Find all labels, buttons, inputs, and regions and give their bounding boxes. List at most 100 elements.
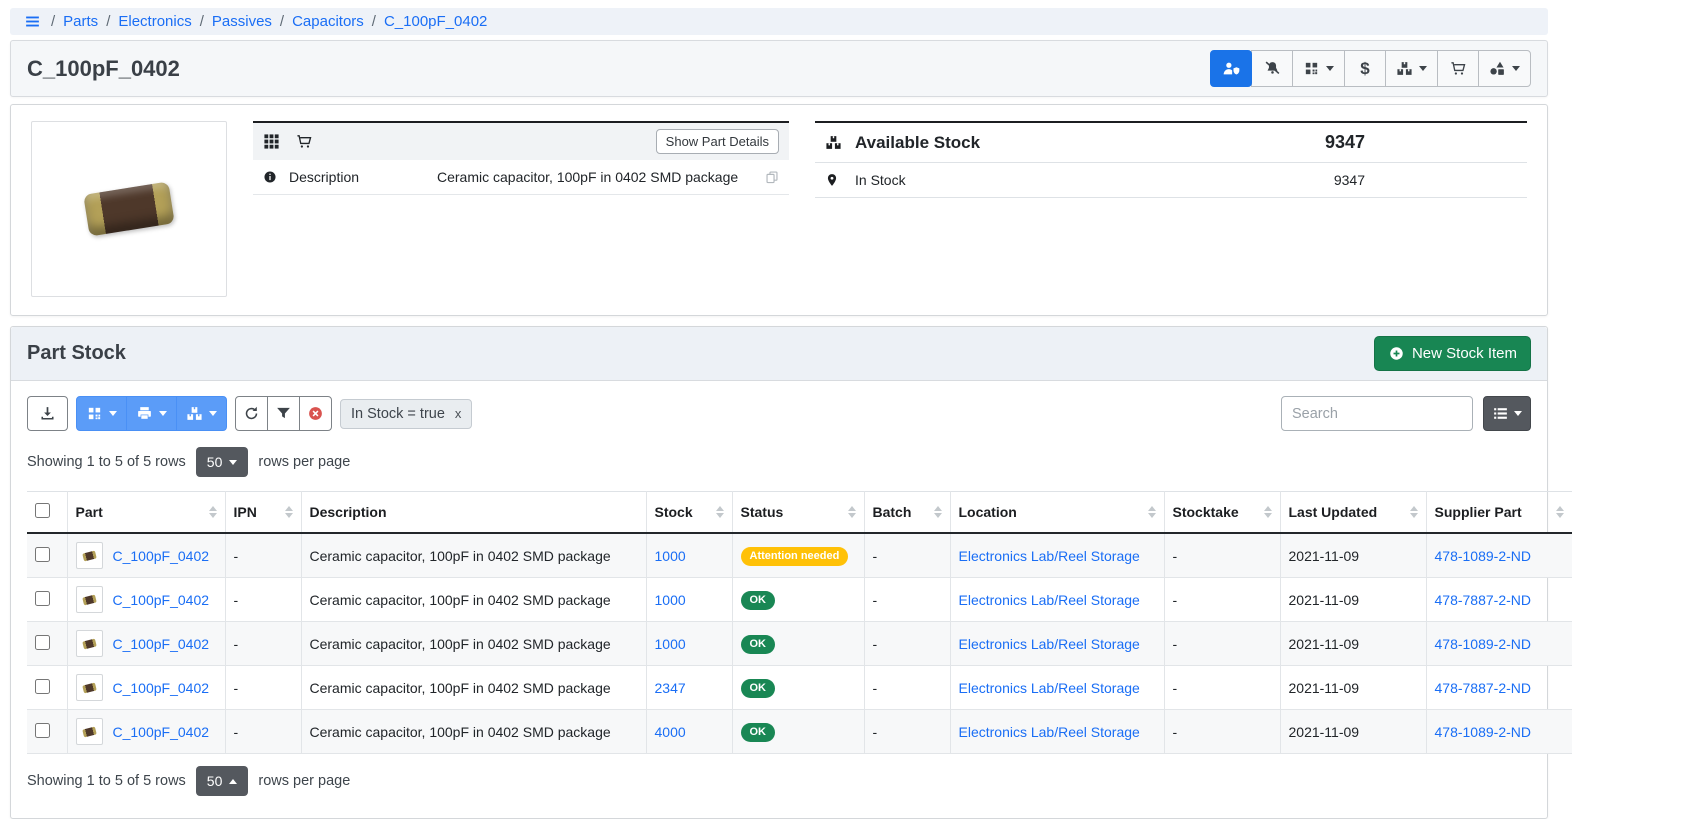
description-cell: Ceramic capacitor, 100pF in 0402 SMD pac… [301, 710, 646, 754]
page-size-value: 50 [207, 773, 223, 789]
col-location[interactable]: Location [959, 504, 1017, 520]
page-size-dropdown[interactable]: 50 [196, 447, 249, 477]
order-part-button[interactable] [1437, 50, 1479, 87]
sort-icon[interactable] [1258, 506, 1272, 518]
download-icon [39, 405, 56, 422]
new-stock-item-button[interactable]: New Stock Item [1374, 336, 1531, 371]
location-link[interactable]: Electronics Lab/Reel Storage [959, 548, 1140, 564]
location-link[interactable]: Electronics Lab/Reel Storage [959, 724, 1140, 740]
stock-link[interactable]: 2347 [655, 680, 686, 696]
pricing-button[interactable]: $ [1344, 50, 1386, 87]
part-details-panel: Show Part Details Description Ceramic ca… [253, 121, 789, 299]
available-stock-title: Available Stock [855, 133, 980, 153]
row-checkbox[interactable] [35, 679, 50, 694]
supplier-part-link[interactable]: 478-7887-2-ND [1435, 680, 1532, 696]
showing-rows-text: Showing 1 to 5 of 5 rows [27, 454, 186, 470]
part-stock-header: Part Stock New Stock Item [11, 327, 1547, 381]
menu-icon[interactable] [24, 13, 41, 30]
stock-link[interactable]: 1000 [655, 548, 686, 564]
last-updated-cell: 2021-11-09 [1280, 622, 1426, 666]
filter-chip-in-stock[interactable]: In Stock = true x [340, 399, 472, 429]
last-updated-cell: 2021-11-09 [1280, 710, 1426, 754]
part-stock-title: Part Stock [27, 342, 126, 365]
caret-down-icon [159, 411, 167, 416]
part-actions-button[interactable] [1478, 50, 1531, 87]
pagination-top: Showing 1 to 5 of 5 rows 50 rows per pag… [11, 435, 1547, 489]
row-checkbox[interactable] [35, 635, 50, 650]
page-size-dropdown[interactable]: 50 [196, 766, 249, 796]
part-link[interactable]: C_100pF_0402 [113, 636, 210, 652]
location-link[interactable]: Electronics Lab/Reel Storage [959, 680, 1140, 696]
part-link[interactable]: C_100pF_0402 [113, 724, 210, 740]
sort-icon[interactable] [928, 506, 942, 518]
breadcrumb-item-capacitors[interactable]: Capacitors [292, 13, 364, 30]
part-link[interactable]: C_100pF_0402 [113, 548, 210, 564]
sort-icon[interactable] [842, 506, 856, 518]
part-link[interactable]: C_100pF_0402 [113, 680, 210, 696]
caret-down-icon [109, 411, 117, 416]
breadcrumb-item-parts[interactable]: Parts [63, 13, 98, 30]
user-roles-button[interactable] [1210, 50, 1252, 87]
shopping-cart-icon [1450, 60, 1467, 77]
col-stock[interactable]: Stock [655, 504, 693, 520]
col-supplier-part[interactable]: Supplier Part [1435, 504, 1522, 520]
col-stocktake[interactable]: Stocktake [1173, 504, 1239, 520]
sort-icon[interactable] [203, 506, 217, 518]
col-batch[interactable]: Batch [873, 504, 912, 520]
breadcrumb-separator: / [51, 13, 55, 30]
stock-link[interactable]: 1000 [655, 636, 686, 652]
clear-filters-button[interactable] [299, 396, 332, 431]
caret-down-icon [209, 411, 217, 416]
remove-filter-icon[interactable]: x [455, 406, 462, 421]
reload-button[interactable] [235, 396, 268, 431]
row-checkbox[interactable] [35, 591, 50, 606]
unsubscribe-notifications-button[interactable] [1251, 50, 1293, 87]
part-image[interactable] [31, 121, 227, 297]
sort-icon[interactable] [1550, 506, 1564, 518]
stock-link[interactable]: 4000 [655, 724, 686, 740]
search-input[interactable] [1281, 396, 1473, 431]
col-last-updated[interactable]: Last Updated [1289, 504, 1378, 520]
stock-link[interactable]: 1000 [655, 592, 686, 608]
supplier-part-link[interactable]: 478-7887-2-ND [1435, 592, 1532, 608]
supplier-part-link[interactable]: 478-1089-2-ND [1435, 724, 1532, 740]
breadcrumb-item-part[interactable]: C_100pF_0402 [384, 13, 487, 30]
filter-button[interactable] [267, 396, 300, 431]
col-status[interactable]: Status [741, 504, 784, 520]
row-checkbox[interactable] [35, 547, 50, 562]
copy-icon[interactable] [765, 170, 779, 184]
sort-icon[interactable] [710, 506, 724, 518]
boxes-icon [186, 405, 203, 422]
status-badge: OK [741, 591, 776, 610]
supplier-part-link[interactable]: 478-1089-2-ND [1435, 548, 1532, 564]
col-part[interactable]: Part [76, 504, 103, 520]
breadcrumb-item-passives[interactable]: Passives [212, 13, 272, 30]
part-link[interactable]: C_100pF_0402 [113, 592, 210, 608]
stock-actions-button[interactable] [1385, 50, 1438, 87]
grid-icon [263, 133, 280, 150]
column-select-button[interactable] [1483, 396, 1531, 431]
select-all-checkbox[interactable] [35, 503, 50, 518]
batch-cell: - [864, 578, 950, 622]
caret-down-icon [1419, 66, 1427, 71]
export-button[interactable] [27, 396, 68, 431]
stock-options-button[interactable] [176, 396, 227, 431]
supplier-part-link[interactable]: 478-1089-2-ND [1435, 636, 1532, 652]
location-link[interactable]: Electronics Lab/Reel Storage [959, 636, 1140, 652]
barcode-scan-button[interactable] [76, 396, 127, 431]
location-link[interactable]: Electronics Lab/Reel Storage [959, 592, 1140, 608]
breadcrumb-item-electronics[interactable]: Electronics [118, 13, 191, 30]
sort-icon[interactable] [1142, 506, 1156, 518]
in-stock-row: In Stock 9347 [815, 163, 1527, 198]
sort-icon[interactable] [279, 506, 293, 518]
col-ipn[interactable]: IPN [234, 504, 257, 520]
row-checkbox[interactable] [35, 723, 50, 738]
rows-per-page-text: rows per page [258, 454, 350, 470]
show-part-details-button[interactable]: Show Part Details [656, 129, 779, 154]
description-cell: Ceramic capacitor, 100pF in 0402 SMD pac… [301, 533, 646, 578]
barcode-actions-button[interactable] [1292, 50, 1345, 87]
plus-circle-icon [1388, 345, 1405, 362]
print-actions-button[interactable] [126, 396, 177, 431]
col-description[interactable]: Description [310, 504, 387, 520]
sort-icon[interactable] [1404, 506, 1418, 518]
